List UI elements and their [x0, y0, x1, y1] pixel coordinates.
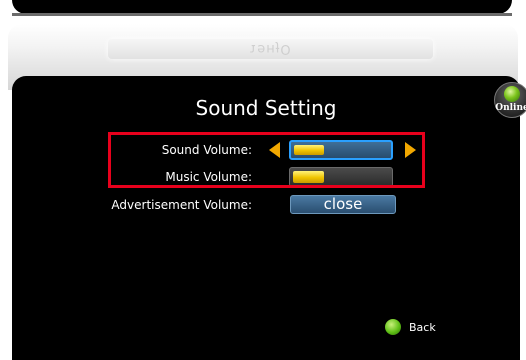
top-panel: [12, 0, 512, 14]
back-button[interactable]: Back: [385, 318, 436, 336]
advertisement-volume-label: Advertisement Volume:: [111, 198, 252, 212]
back-label: Back: [409, 320, 436, 334]
green-dot-icon: [385, 319, 401, 335]
reflected-menu-bar: ɿɘʜɟO: [108, 39, 433, 59]
close-button[interactable]: close: [290, 195, 396, 214]
reflected-menu-text: ɿɘʜɟO: [249, 41, 292, 56]
dialog-title: Sound Setting: [195, 96, 337, 120]
sound-setting-dialog: Online Sound Setting Sound Volume: Music…: [12, 76, 526, 360]
top-divider: [12, 13, 512, 16]
volume-highlight-box: [108, 132, 425, 188]
